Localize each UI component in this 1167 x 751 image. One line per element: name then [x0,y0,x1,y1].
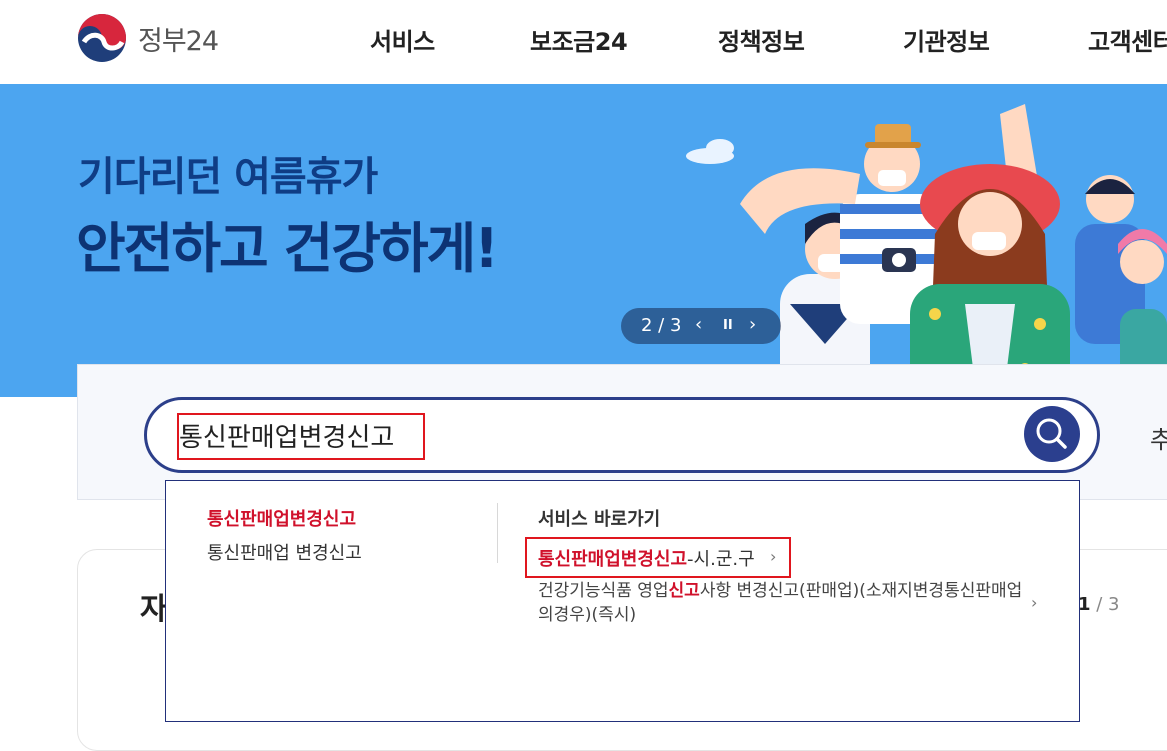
site-header: 정부24 서비스 보조금24 정책정보 기관정보 고객센터 [0,0,1167,85]
logo-text: 정부24 [138,25,219,57]
nav-item-customer-center[interactable]: 고객센터 [1088,22,1167,57]
vacation-people-illustration [686,104,1167,397]
search-box [144,397,1100,473]
gov24-logo[interactable]: 정부24 [76,12,219,64]
service-link-telecom-sales-change[interactable]: 통신판매업변경신고-시.군.구 [538,545,755,571]
service2-prefix: 건강기능식품 영업 [538,581,669,601]
service2-highlight: 신고 [668,581,700,601]
autocomplete-dropdown: 통신판매업변경신고 통신판매업 변경신고 서비스 바로가기 통신판매업변경신고-… [165,480,1080,722]
banner-subheadline: 안전하고 건강하게! [76,217,499,280]
content-card-title: 자 [140,592,168,627]
nav-item-agency-info[interactable]: 기관정보 [903,22,990,57]
next-arrow-icon[interactable]: › [749,314,756,335]
suggestion-item-exact[interactable]: 통신판매업변경신고 [207,505,356,531]
promo-banner[interactable]: 기다리던 여름휴가 안전하고 건강하게! 2 / 3 ‹ II › [0,84,1167,397]
content-card-pager: 1 / 3 [1078,594,1120,615]
pager-total: 3 [1108,594,1120,615]
dropdown-divider [497,503,498,563]
banner-slider-controls: 2 / 3 ‹ II › [621,308,781,344]
nav-item-services[interactable]: 서비스 [370,22,435,57]
pause-icon[interactable]: II [723,318,733,333]
search-input[interactable] [177,414,1001,456]
chevron-right-icon: › [1031,593,1038,612]
pager-separator: / [1090,594,1109,615]
service-link-highlight: 통신판매업변경신고 [538,549,688,570]
suggestion-item-spaced[interactable]: 통신판매업 변경신고 [207,539,362,565]
banner-pager: 2 / 3 [641,315,682,336]
nav-item-policy-info[interactable]: 정책정보 [718,22,805,57]
search-icon [1036,418,1067,449]
side-text-partial: 추 [1150,426,1167,454]
taegeuk-logo-icon [78,14,126,62]
chevron-right-icon: › [770,547,777,566]
search-button[interactable] [1024,406,1080,462]
service-link-health-food-change[interactable]: 건강기능식품 영업신고사항 변경신고(판매업)(소재지변경통신판매업의경우)(즉… [538,579,1028,627]
service-shortcut-heading: 서비스 바로가기 [538,509,661,530]
prev-arrow-icon[interactable]: ‹ [695,314,702,335]
banner-headline: 기다리던 여름휴가 [78,154,378,200]
nav-item-subsidy24[interactable]: 보조금24 [530,22,628,57]
service-link-suffix: -시.군.구 [687,549,755,570]
